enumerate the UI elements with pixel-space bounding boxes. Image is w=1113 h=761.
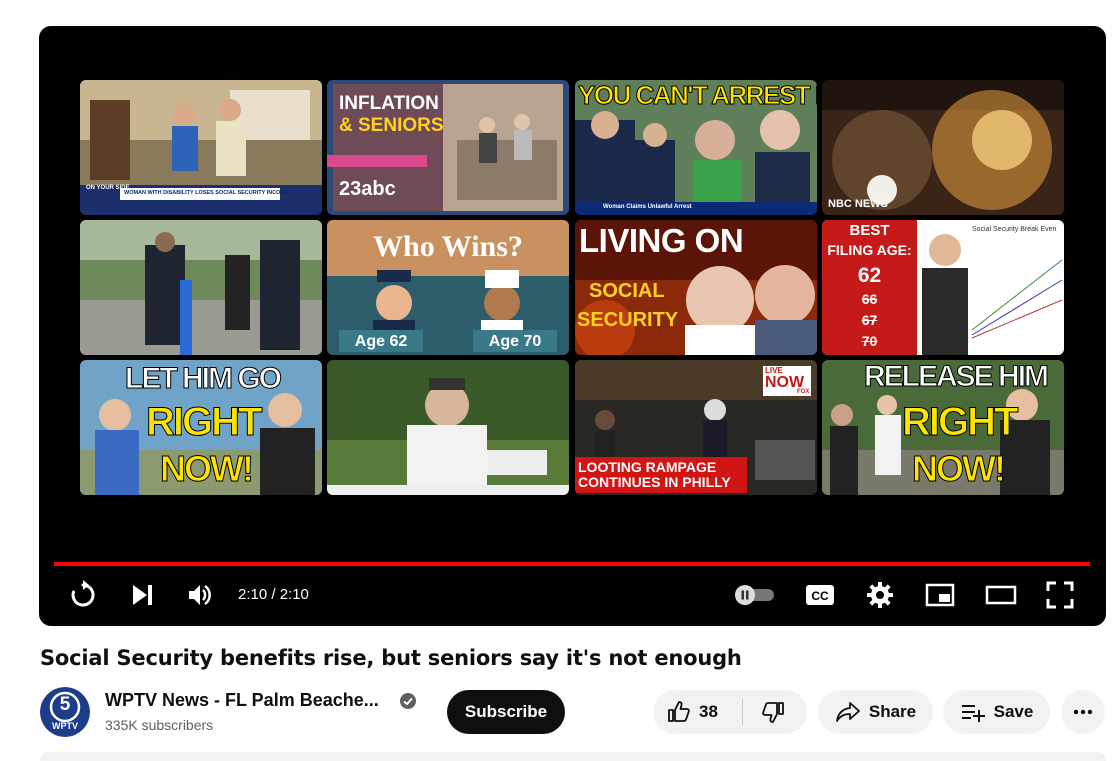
replay-icon [71, 580, 95, 607]
network-badge: FOX [797, 389, 810, 395]
tile-number: 70 [861, 333, 878, 349]
tile-headline: RELEASE HIM [863, 360, 1049, 394]
endscreen-video-11[interactable]: LIVE NOW FOX LOOTING RAMPAGE CONTINUES I… [575, 360, 817, 495]
save-button[interactable]: Save [943, 690, 1050, 734]
video-player[interactable]: ON YOUR SIDE WOMAN WITH DISABILITY LOSES… [39, 26, 1106, 626]
fullscreen-icon [1046, 581, 1074, 609]
thumbs-up-icon [668, 701, 690, 722]
progress-bar[interactable] [54, 562, 1090, 566]
tile-headline: INFLATION [339, 93, 439, 114]
endscreen-video-2[interactable]: INFLATION & SENIORS 23abc [327, 80, 569, 215]
endscreen-video-10[interactable] [327, 360, 569, 495]
tile-headline: NOW! [160, 448, 255, 490]
tile-headline: NOW! [912, 448, 1007, 490]
endscreen-video-8[interactable]: BEST FILING AGE: 62 66 67 70 Social Secu… [822, 220, 1064, 355]
save-to-playlist-icon [961, 705, 985, 722]
tile-label: Age 62 [354, 333, 408, 350]
autoplay-toggle[interactable] [733, 578, 777, 612]
tile-headline: & SENIORS [339, 115, 444, 136]
tile-number: 67 [861, 312, 878, 328]
tile-headline: YOU CAN'T ARREST ME [578, 80, 817, 111]
settings-button[interactable] [863, 578, 897, 612]
description-box[interactable] [40, 752, 1106, 761]
more-icon [1073, 709, 1093, 715]
endscreen-video-3[interactable]: YOU CAN'T ARREST ME Woman Claims Unlawfu… [575, 80, 817, 215]
tile-number: 62 [857, 264, 882, 287]
tile-headline: BEST [849, 222, 890, 239]
theater-icon [985, 585, 1017, 605]
video-title: Social Security benefits rise, but senio… [40, 646, 742, 670]
fullscreen-button[interactable] [1043, 578, 1077, 612]
svg-text:CC: CC [811, 589, 829, 603]
endscreen-video-9[interactable]: LET HIM GO RIGHT NOW! [80, 360, 322, 495]
share-icon [835, 702, 860, 722]
theater-button[interactable] [983, 578, 1019, 612]
share-label: Share [868, 702, 917, 721]
chart-heading: Social Security Break Even [972, 226, 1057, 233]
channel-avatar[interactable]: 5 WPTV [40, 687, 90, 737]
endscreen-video-7[interactable]: LIVING ON SOCIAL SECURITY [575, 220, 817, 355]
avatar-number: 5 [59, 694, 71, 715]
tile-headline: RIGHT [145, 400, 262, 445]
tile-headline: LIVING ON [579, 222, 744, 259]
captions-button[interactable]: CC [803, 578, 837, 612]
save-label: Save [993, 702, 1034, 721]
share-button[interactable]: Share [818, 690, 933, 734]
captions-icon: CC [806, 585, 834, 605]
tile-label: Age 70 [488, 333, 542, 350]
news-logo: NBC NEWS [828, 198, 888, 210]
verified-icon [400, 693, 416, 714]
next-button[interactable] [125, 578, 159, 612]
tile-headline: Who Wins? [373, 230, 523, 263]
endscreen-video-12[interactable]: RELEASE HIM RIGHT NOW! [822, 360, 1064, 495]
tile-headline: RIGHT [901, 400, 1018, 445]
tile-number: 66 [861, 291, 878, 307]
tile-headline: SECURITY [577, 309, 679, 331]
endscreen-video-4[interactable]: NBC NEWS [822, 80, 1064, 215]
tile-headline: LOOTING RAMPAGE [578, 459, 717, 475]
settings-icon [867, 582, 893, 608]
tile-headline: CONTINUES IN PHILLY [578, 474, 731, 490]
station-logo: 23abc [339, 178, 396, 200]
tile-headline: FILING AGE: [827, 242, 912, 258]
tile-caption: Woman Claims Unlawful Arrest [603, 204, 692, 210]
like-dislike-group: 38 [653, 690, 807, 734]
thumbs-down-icon [762, 702, 784, 723]
tile-headline: WOMAN WITH DISABILITY LOSES SOCIAL SECUR… [124, 190, 289, 196]
like-count: 38 [699, 702, 718, 721]
replay-button[interactable] [65, 578, 101, 612]
tile-headline: LET HIM GO [125, 362, 283, 396]
endscreen-video-1[interactable]: ON YOUR SIDE WOMAN WITH DISABILITY LOSES… [80, 80, 322, 215]
next-icon [133, 585, 152, 605]
more-actions-button[interactable] [1061, 690, 1105, 734]
like-button[interactable]: 38 [653, 690, 742, 734]
volume-button[interactable] [183, 578, 217, 612]
miniplayer-icon [925, 583, 955, 607]
dislike-button[interactable] [743, 690, 803, 734]
avatar-label: WPTV [52, 721, 78, 731]
tile-headline: SOCIAL [589, 280, 665, 302]
miniplayer-button[interactable] [923, 578, 957, 612]
endscreen-video-5[interactable] [80, 220, 322, 355]
endscreen-video-6[interactable]: Who Wins? Age 62 Age 70 [327, 220, 569, 355]
volume-icon [189, 584, 211, 606]
subscriber-count: 335K subscribers [105, 717, 214, 733]
time-display: 2:10 / 2:10 [238, 586, 309, 603]
channel-name[interactable]: WPTV News - FL Palm Beache... [105, 690, 379, 711]
subscribe-button[interactable]: Subscribe [447, 690, 565, 734]
